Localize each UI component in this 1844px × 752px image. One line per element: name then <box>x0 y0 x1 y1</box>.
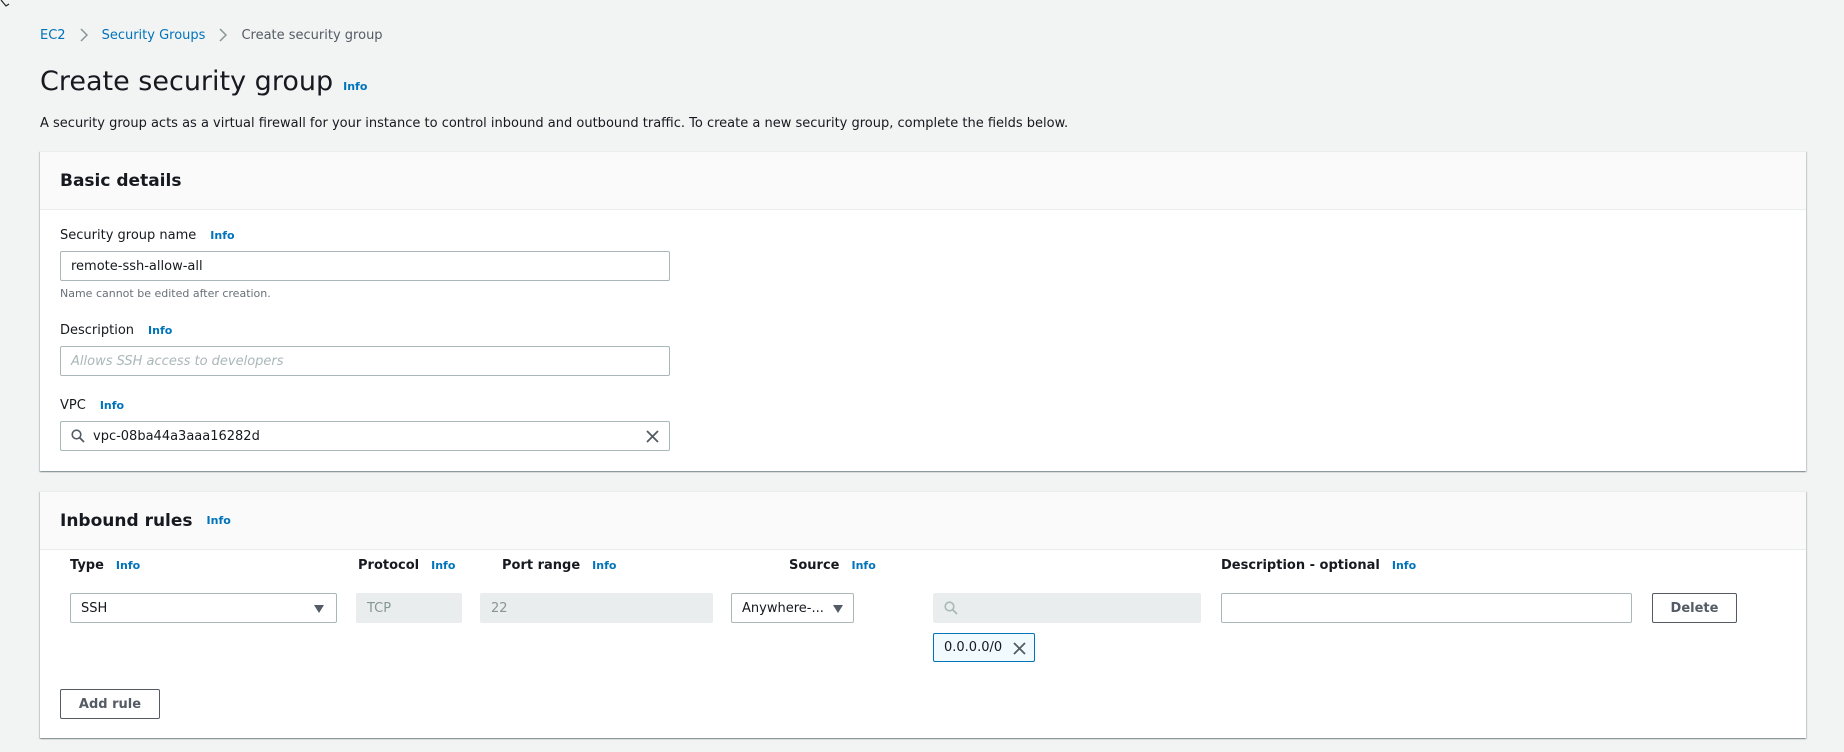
basic-details-title: Basic details <box>60 170 182 191</box>
search-icon <box>944 601 958 615</box>
caret-down-icon <box>314 605 324 613</box>
type-info-link[interactable]: Info <box>116 559 140 572</box>
caret-down-icon <box>833 605 843 613</box>
inbound-rules-title: Inbound rules <box>60 510 193 531</box>
basic-details-header: Basic details <box>40 152 1806 210</box>
chevron-right-icon <box>219 28 228 42</box>
description-info-link[interactable]: Info <box>148 324 172 337</box>
column-header-source: Source Info <box>789 558 876 573</box>
inbound-rules-header: Inbound rules Info <box>40 492 1806 550</box>
source-token-value: 0.0.0.0/0 <box>944 640 1003 655</box>
protocol-info-link[interactable]: Info <box>431 559 455 572</box>
description-input[interactable]: Allows SSH access to developers <box>60 346 670 376</box>
vpc-value: vpc-08ba44a3aaa16282d <box>93 428 260 444</box>
port-range-input: 22 <box>480 593 713 623</box>
type-value: SSH <box>81 600 108 616</box>
basic-details-panel: Basic details Security group name Info r… <box>40 151 1806 471</box>
mouse-cursor-icon <box>0 0 10 7</box>
description-optional-info-link[interactable]: Info <box>1392 559 1416 572</box>
chevron-right-icon <box>80 28 88 42</box>
breadcrumb-ec2[interactable]: EC2 <box>40 28 66 43</box>
security-group-name-input[interactable]: remote-ssh-allow-all <box>60 251 670 281</box>
breadcrumb-security-groups[interactable]: Security Groups <box>102 28 206 43</box>
security-group-name-info-link[interactable]: Info <box>210 229 234 242</box>
source-type-value: Anywhere-... <box>742 600 824 616</box>
vpc-input[interactable]: vpc-08ba44a3aaa16282d <box>60 421 670 451</box>
column-header-source-text: Source <box>789 558 840 573</box>
column-header-protocol: Protocol Info <box>358 558 455 573</box>
add-rule-button[interactable]: Add rule <box>60 689 160 719</box>
source-token: 0.0.0.0/0 <box>933 633 1035 662</box>
breadcrumb-current: Create security group <box>241 27 383 43</box>
page-title-row: Create security group Info <box>40 66 367 97</box>
search-icon <box>71 429 85 443</box>
security-group-name-hint: Name cannot be edited after creation. <box>60 287 271 300</box>
page-description: A security group acts as a virtual firew… <box>40 116 1069 131</box>
column-header-port-range-text: Port range <box>502 558 581 573</box>
column-header-description-text: Description - optional <box>1221 558 1380 573</box>
port-range-info-link[interactable]: Info <box>592 559 616 572</box>
description-label-text: Description <box>60 323 135 338</box>
protocol-input: TCP <box>356 593 462 623</box>
column-header-protocol-text: Protocol <box>358 558 420 573</box>
source-search-input[interactable] <box>933 593 1201 623</box>
column-header-type: Type Info <box>70 558 140 573</box>
column-header-port-range: Port range Info <box>502 558 616 573</box>
delete-rule-button[interactable]: Delete <box>1652 593 1737 623</box>
description-label: Description Info <box>60 323 172 338</box>
inbound-rules-info-link[interactable]: Info <box>207 514 231 527</box>
clear-icon[interactable] <box>646 430 659 443</box>
security-group-name-label: Security group name Info <box>60 228 235 243</box>
page-title: Create security group <box>40 66 334 97</box>
vpc-label: VPC Info <box>60 398 124 413</box>
remove-token-icon[interactable] <box>1013 642 1026 655</box>
vpc-label-text: VPC <box>60 398 86 413</box>
rule-description-input[interactable] <box>1221 593 1632 623</box>
column-header-type-text: Type <box>70 558 104 573</box>
source-type-select[interactable]: Anywhere-... <box>731 593 854 623</box>
type-select[interactable]: SSH <box>70 593 337 623</box>
source-info-link[interactable]: Info <box>851 559 875 572</box>
vpc-info-link[interactable]: Info <box>100 399 124 412</box>
breadcrumb: EC2 Security Groups Create security grou… <box>40 26 383 44</box>
inbound-rules-panel: Inbound rules Info Type Info Protocol In… <box>40 491 1806 738</box>
column-header-description: Description - optional Info <box>1221 558 1416 573</box>
page-info-link[interactable]: Info <box>343 80 367 93</box>
security-group-name-label-text: Security group name <box>60 228 197 243</box>
